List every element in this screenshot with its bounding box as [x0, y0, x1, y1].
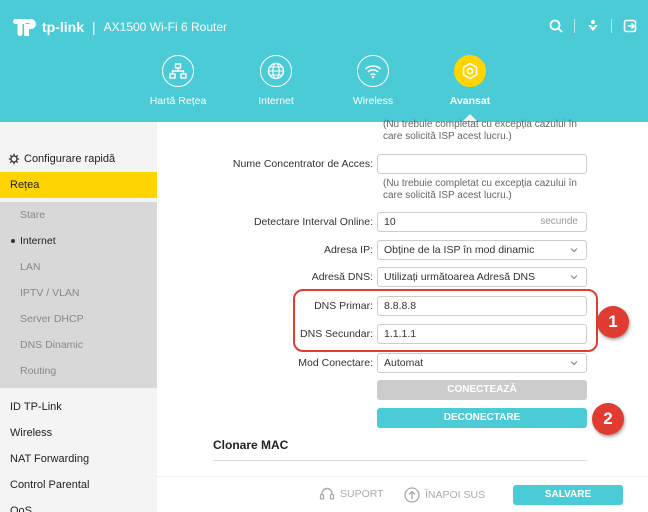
sidebar: Configurare rapidă Rețea Stare Internet … — [0, 122, 157, 512]
brand-logo: tp-link | AX1500 Wi-Fi 6 Router — [12, 16, 227, 38]
row-access-concentrator: Nume Concentrator de Acces: — [157, 154, 648, 174]
sidebar-subitem-dhcp-server[interactable]: Server DHCP — [0, 306, 157, 332]
sidebar-item-quick-setup[interactable]: Configurare rapidă — [0, 146, 157, 172]
globe-icon — [260, 55, 292, 87]
online-interval-input[interactable]: 10 secunde — [377, 212, 587, 232]
connection-mode-select[interactable]: Automat — [377, 353, 587, 373]
ip-address-select[interactable]: Obține de la ISP în mod dinamic — [377, 240, 587, 260]
top-icons — [548, 18, 638, 34]
logout-icon[interactable] — [622, 18, 638, 34]
sidebar-subitem-dynamic-dns[interactable]: DNS Dinamic — [0, 332, 157, 358]
sidebar-subitem-routing[interactable]: Routing — [0, 358, 157, 384]
brand-name: tp-link — [42, 19, 84, 35]
online-interval-value: 10 — [384, 216, 396, 228]
chevron-down-icon — [570, 248, 578, 253]
isp-hint-top: (Nu trebuie completat cu excepția cazulu… — [383, 119, 577, 142]
sidebar-item-nat-forwarding[interactable]: NAT Forwarding — [0, 446, 157, 472]
gear-icon — [454, 55, 486, 87]
main-nav: Hartă Rețea Internet Wireless Avansat — [0, 55, 648, 122]
annotation-badge-2: 2 — [592, 403, 624, 435]
isp-hint: (Nu trebuie completat cu excepția cazulu… — [383, 178, 577, 201]
arrow-up-icon — [404, 487, 420, 503]
header-bar: tp-link | AX1500 Wi-Fi 6 Router Hartă Re… — [0, 0, 648, 122]
access-concentrator-label: Nume Concentrator de Acces: — [232, 158, 373, 170]
support-label: SUPORT — [340, 488, 384, 500]
support-link[interactable]: SUPORT — [319, 487, 384, 501]
connect-button[interactable]: CONECTEAZĂ — [377, 380, 587, 400]
row-dns-address: Adresă DNS: Utilizați următoarea Adresă … — [157, 267, 648, 287]
online-interval-label: Detectare Interval Online: — [253, 216, 373, 228]
sidebar-subitem-internet[interactable]: Internet — [0, 228, 157, 254]
footer-bar: SUPORT ÎNAPOI SUS SALVARE — [157, 476, 648, 512]
back-to-top-label: ÎNAPOI SUS — [425, 489, 486, 501]
sidebar-item-label: Configurare rapidă — [24, 153, 116, 165]
access-concentrator-input[interactable] — [377, 154, 587, 174]
sidebar-subitem-lan[interactable]: LAN — [0, 254, 157, 280]
network-map-icon — [162, 55, 194, 87]
sidebar-item-wireless[interactable]: Wireless — [0, 420, 157, 446]
connection-mode-label: Mod Conectare: — [298, 357, 373, 369]
disconnect-button[interactable]: DECONECTARE — [377, 408, 587, 428]
icon-separator — [574, 19, 575, 33]
sidebar-subitem-status[interactable]: Stare — [0, 202, 157, 228]
brand-separator: | — [92, 19, 96, 35]
ip-address-value: Obține de la ISP în mod dinamic — [384, 244, 535, 256]
sidebar-item-network[interactable]: Rețea — [0, 172, 157, 198]
dns-address-label: Adresă DNS: — [311, 271, 373, 283]
section-divider — [213, 460, 588, 461]
interval-unit: secunde — [540, 216, 578, 227]
nav-advanced[interactable]: Avansat — [425, 55, 515, 121]
connection-mode-value: Automat — [384, 357, 424, 369]
chevron-down-icon — [570, 361, 578, 366]
nav-label: Avansat — [449, 95, 491, 107]
dns-address-value: Utilizați următoarea Adresă DNS — [384, 271, 536, 283]
wifi-icon — [357, 55, 389, 87]
mac-clone-title: Clonare MAC — [213, 438, 289, 452]
back-to-top-link[interactable]: ÎNAPOI SUS — [404, 487, 485, 503]
chevron-down-icon — [570, 275, 578, 280]
sidebar-subgroup-network: Stare Internet LAN IPTV / VLAN Server DH… — [0, 202, 157, 388]
headset-icon — [319, 487, 335, 500]
download-icon[interactable] — [585, 18, 601, 34]
gear-icon — [8, 153, 20, 165]
row-online-interval: Detectare Interval Online: 10 secunde — [157, 212, 648, 232]
row-ip-address: Adresa IP: Obține de la ISP în mod dinam… — [157, 240, 648, 260]
dns-address-select[interactable]: Utilizați următoarea Adresă DNS — [377, 267, 587, 287]
router-model: AX1500 Wi-Fi 6 Router — [103, 20, 228, 34]
icon-separator — [611, 19, 612, 33]
nav-label: Wireless — [352, 95, 394, 107]
sidebar-item-qos[interactable]: QoS — [0, 498, 157, 512]
save-button[interactable]: SALVARE — [513, 485, 623, 505]
nav-label: Internet — [258, 95, 294, 107]
nav-wireless[interactable]: Wireless — [328, 55, 418, 107]
sidebar-subitem-iptv-vlan[interactable]: IPTV / VLAN — [0, 280, 157, 306]
nav-network-map[interactable]: Hartă Rețea — [133, 55, 223, 107]
nav-internet[interactable]: Internet — [231, 55, 321, 107]
sidebar-item-tp-link-id[interactable]: ID TP-Link — [0, 394, 157, 420]
nav-label: Hartă Rețea — [149, 95, 207, 107]
sidebar-item-parental-control[interactable]: Control Parental — [0, 472, 157, 498]
row-connection-mode: Mod Conectare: Automat — [157, 353, 648, 373]
search-icon[interactable] — [548, 18, 564, 34]
tp-link-logo-icon — [13, 19, 36, 36]
ip-address-label: Adresa IP: — [323, 244, 373, 256]
annotation-badge-1: 1 — [597, 306, 629, 338]
dns-highlight-box — [293, 289, 598, 352]
